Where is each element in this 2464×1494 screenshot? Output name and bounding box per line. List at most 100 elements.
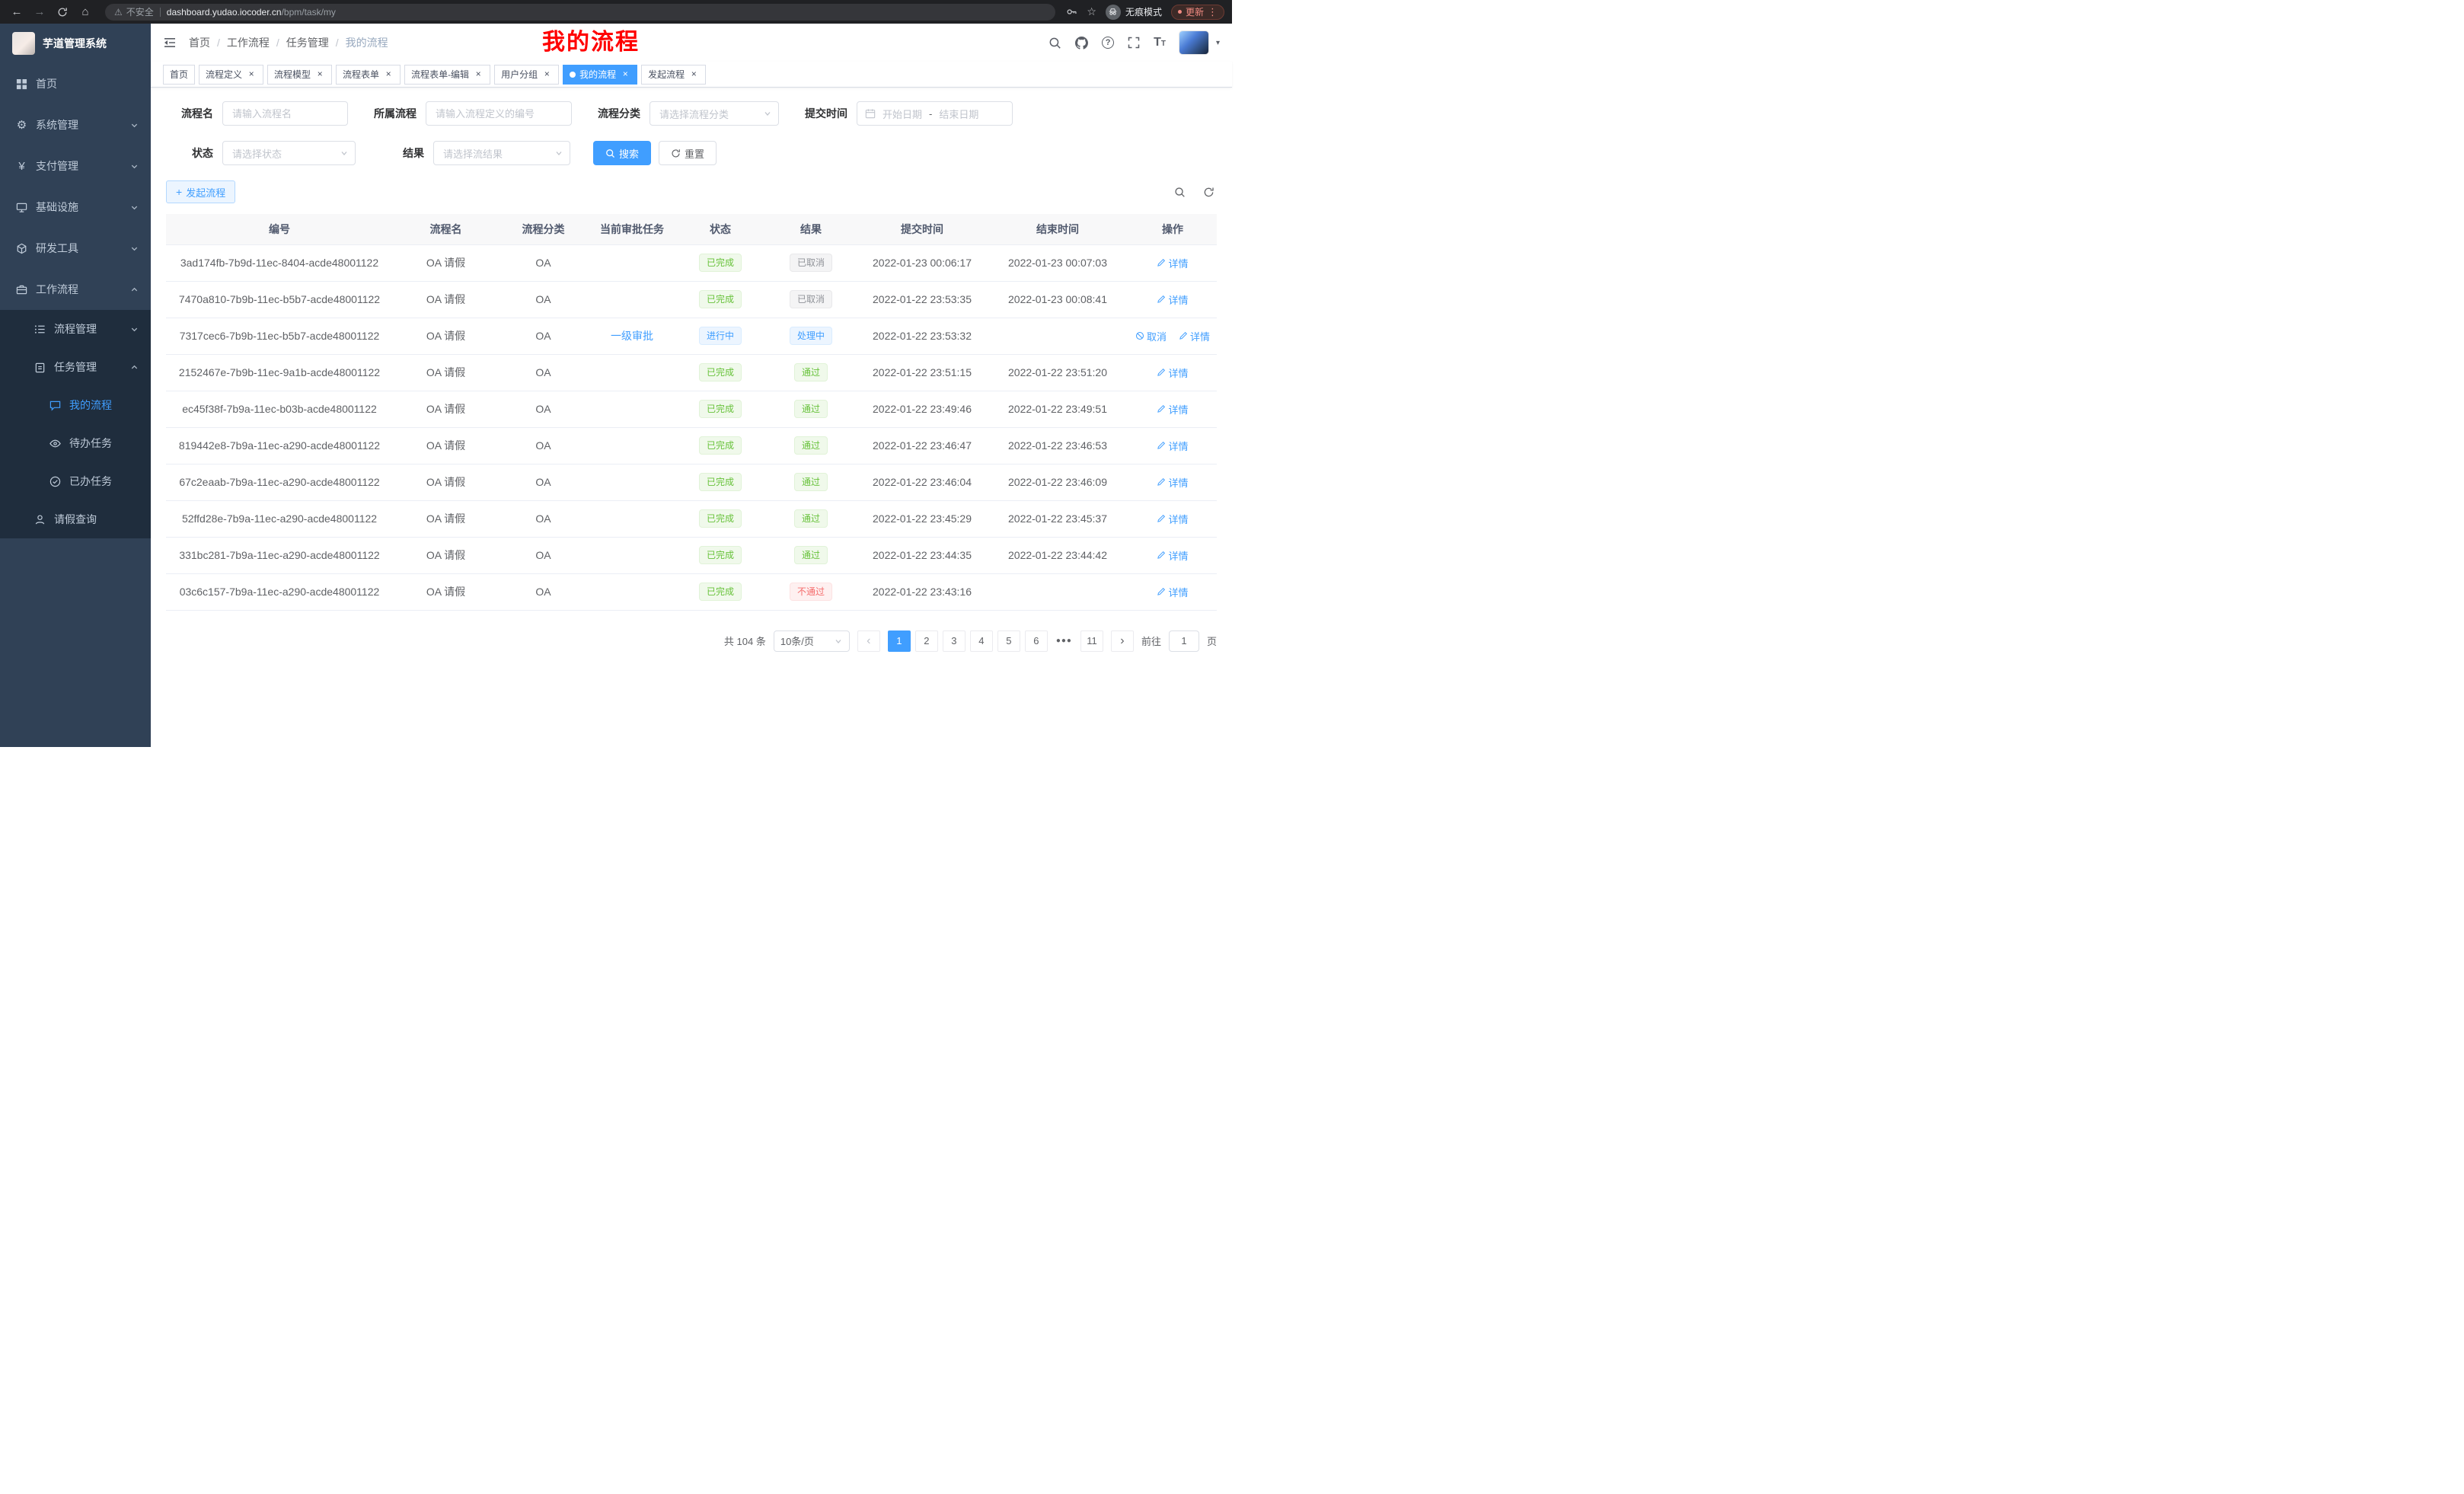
cell-id: 3ad174fb-7b9d-11ec-8404-acde48001122 — [166, 244, 393, 281]
close-icon[interactable]: × — [688, 69, 699, 80]
detail-action[interactable]: 详情 — [1157, 475, 1188, 490]
current-task-link[interactable]: 一级审批 — [611, 330, 653, 342]
help-icon[interactable]: ? — [1102, 37, 1114, 49]
sidebar-item-payment[interactable]: ¥ 支付管理 — [0, 145, 151, 187]
reset-button[interactable]: 重置 — [659, 141, 717, 165]
sidebar-item-infrastructure[interactable]: 基础设施 — [0, 187, 151, 228]
next-page-button[interactable]: › — [1111, 630, 1134, 652]
sidebar-item-todo-tasks[interactable]: 待办任务 — [0, 424, 151, 462]
sidebar-item-system[interactable]: ⚙ 系统管理 — [0, 104, 151, 145]
breadcrumb-workflow[interactable]: 工作流程 — [227, 35, 270, 50]
tab[interactable]: 我的流程 × — [563, 65, 637, 85]
page-button[interactable]: 1 — [888, 630, 911, 652]
page-size-select[interactable]: 10条/页 — [774, 630, 850, 652]
font-size-icon[interactable]: TT — [1154, 37, 1166, 49]
tab[interactable]: 首页 — [163, 65, 195, 85]
cell-status: 已完成 — [676, 427, 764, 464]
cell-process-name: OA 请假 — [393, 464, 499, 500]
detail-action[interactable]: 详情 — [1157, 548, 1188, 563]
bookmark-star-icon[interactable]: ☆ — [1087, 5, 1096, 18]
category-placeholder: 请选择流程分类 — [659, 107, 729, 121]
browser-update-button[interactable]: 更新 ⋮ — [1171, 5, 1224, 20]
fullscreen-icon[interactable] — [1128, 37, 1140, 49]
cell-end-time: 2022-01-23 00:07:03 — [987, 244, 1128, 281]
tab[interactable]: 用户分组 × — [494, 65, 559, 85]
plus-icon: + — [176, 187, 182, 197]
goto-page-input[interactable] — [1169, 630, 1199, 652]
avatar-caret-icon[interactable]: ▾ — [1216, 39, 1220, 47]
page-button[interactable]: 11 — [1080, 630, 1103, 652]
browser-menu-icon[interactable]: ⋮ — [1208, 6, 1218, 18]
sidebar-item-devtools[interactable]: 研发工具 — [0, 228, 151, 269]
sidebar-item-home[interactable]: 首页 — [0, 63, 151, 104]
browser-forward-button[interactable]: → — [30, 3, 49, 21]
search-icon[interactable] — [1048, 37, 1061, 49]
sidebar-item-workflow[interactable]: 工作流程 — [0, 269, 151, 310]
detail-action[interactable]: 详情 — [1157, 585, 1188, 599]
detail-action[interactable]: 详情 — [1157, 292, 1188, 307]
close-icon[interactable]: × — [620, 69, 630, 80]
sidebar-item-process-management[interactable]: 流程管理 — [0, 310, 151, 348]
page-content: 流程名 所属流程 流程分类 请选择流程分类 提交时间 — [151, 88, 1232, 747]
refresh-table-icon[interactable] — [1200, 184, 1217, 200]
sidebar-item-done-tasks[interactable]: 已办任务 — [0, 462, 151, 500]
monitor-icon — [15, 201, 28, 214]
sidebar-item-leave-query[interactable]: 请假查询 — [0, 500, 151, 538]
sidebar-item-label: 流程管理 — [54, 321, 123, 337]
cell-actions: 详情 — [1128, 391, 1217, 427]
cancel-action[interactable]: 取消 — [1135, 329, 1167, 343]
toggle-search-icon[interactable] — [1171, 184, 1188, 200]
tab[interactable]: 流程定义 × — [199, 65, 263, 85]
address-bar[interactable]: ⚠ 不安全 dashboard.yudao.iocoder.cn /bpm/ta… — [105, 4, 1055, 21]
github-icon[interactable] — [1075, 37, 1088, 49]
sidebar-fold-icon[interactable] — [163, 36, 177, 49]
page-button[interactable]: 6 — [1025, 630, 1048, 652]
detail-action[interactable]: 详情 — [1157, 439, 1188, 453]
detail-action[interactable]: 详情 — [1157, 402, 1188, 417]
user-avatar[interactable] — [1179, 31, 1208, 54]
detail-action[interactable]: 详情 — [1157, 256, 1188, 270]
detail-label: 详情 — [1168, 256, 1188, 270]
close-icon[interactable]: × — [314, 69, 325, 80]
close-icon[interactable]: × — [541, 69, 552, 80]
status-select[interactable]: 请选择状态 — [222, 141, 356, 165]
process-name-label: 流程名 — [178, 106, 213, 121]
page-button[interactable]: 2 — [915, 630, 938, 652]
detail-action[interactable]: 详情 — [1157, 512, 1188, 526]
result-badge: 通过 — [794, 509, 828, 528]
password-key-icon[interactable] — [1066, 6, 1077, 18]
browser-reload-button[interactable] — [53, 3, 72, 21]
result-select[interactable]: 请选择流结果 — [433, 141, 570, 165]
tab[interactable]: 流程表单-编辑 × — [404, 65, 490, 85]
browser-back-button[interactable]: ← — [8, 3, 26, 21]
category-select[interactable]: 请选择流程分类 — [650, 101, 779, 126]
sidebar-item-task-management[interactable]: 任务管理 — [0, 348, 151, 386]
tab[interactable]: 流程表单 × — [336, 65, 401, 85]
detail-action[interactable]: 详情 — [1179, 329, 1210, 343]
app-logo[interactable]: 芋道管理系统 — [0, 24, 151, 63]
tab[interactable]: 发起流程 × — [641, 65, 706, 85]
breadcrumb-home[interactable]: 首页 — [189, 35, 210, 50]
date-range-picker[interactable]: 开始日期 - 结束日期 — [857, 101, 1013, 126]
breadcrumb-task-management[interactable]: 任务管理 — [286, 35, 329, 50]
detail-action[interactable]: 详情 — [1157, 366, 1188, 380]
start-process-button[interactable]: + 发起流程 — [166, 180, 235, 203]
prev-page-button[interactable]: ‹ — [857, 630, 880, 652]
page-button[interactable]: 3 — [943, 630, 965, 652]
close-icon[interactable]: × — [383, 69, 394, 80]
close-icon[interactable]: × — [473, 69, 484, 80]
search-button[interactable]: 搜索 — [593, 141, 651, 165]
security-label[interactable]: 不安全 — [126, 5, 154, 18]
process-name-input[interactable] — [222, 101, 348, 126]
cell-id: 67c2eaab-7b9a-11ec-a290-acde48001122 — [166, 464, 393, 500]
cell-current-task — [588, 500, 676, 537]
belong-process-input[interactable] — [426, 101, 572, 126]
ban-icon — [1135, 331, 1144, 340]
close-icon[interactable]: × — [246, 69, 257, 80]
page-button[interactable]: 5 — [997, 630, 1020, 652]
browser-home-button[interactable]: ⌂ — [76, 3, 94, 21]
page-button[interactable]: 4 — [970, 630, 993, 652]
tab[interactable]: 流程模型 × — [267, 65, 332, 85]
page-button[interactable]: ●●● — [1052, 630, 1076, 652]
sidebar-item-my-process[interactable]: 我的流程 — [0, 386, 151, 424]
